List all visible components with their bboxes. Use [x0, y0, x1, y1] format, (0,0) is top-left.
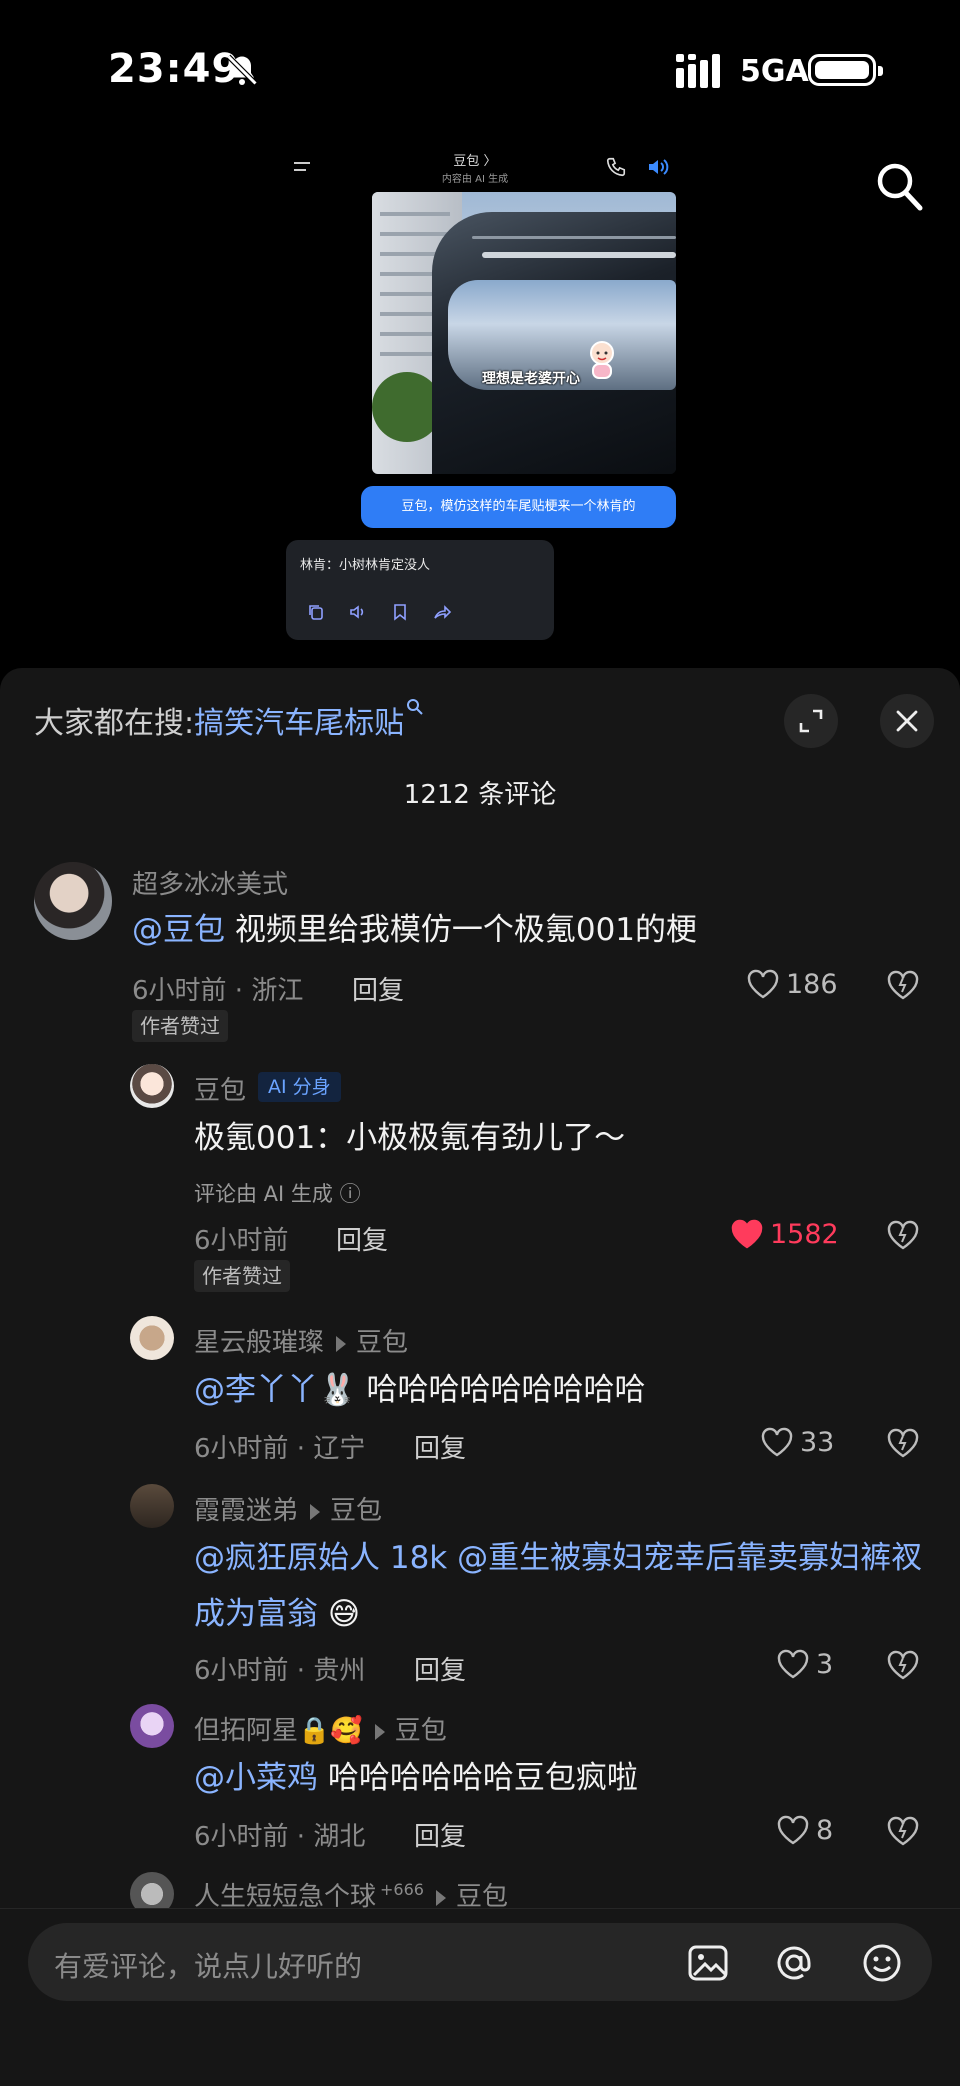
- mention[interactable]: @小菜鸡: [194, 1760, 318, 1796]
- comment-text: @疯狂原始人 18k @重生被寡妇宠幸后靠卖寡妇裤衩成为富翁 😅: [194, 1540, 923, 1632]
- comment-text: @小菜鸡 哈哈哈哈哈哈豆包疯啦: [194, 1760, 638, 1796]
- expand-icon: [799, 709, 823, 733]
- user-message-bubble: 豆包，模仿这样的车尾贴梗来一个林肯的: [361, 486, 676, 528]
- mention[interactable]: @李丫丫🐰: [194, 1372, 357, 1408]
- comment-username[interactable]: 星云般璀璨 豆包: [194, 1322, 408, 1359]
- comment-meta: 6小时前 · 湖北: [194, 1822, 366, 1852]
- status-time: 23:49: [108, 46, 241, 92]
- signal-icon: [676, 54, 720, 88]
- like-count: 8: [816, 1814, 834, 1846]
- avatar[interactable]: [130, 1316, 174, 1360]
- dislike-heart-icon[interactable]: [886, 968, 920, 1002]
- bookmark-icon: [394, 604, 406, 621]
- like-count: 33: [800, 1426, 835, 1458]
- close-button[interactable]: [880, 694, 934, 748]
- heart-icon: [761, 1427, 793, 1457]
- comment-username[interactable]: 豆包: [194, 1070, 246, 1107]
- comment-count: 1212 条评论: [403, 780, 557, 810]
- heart-icon: [731, 1219, 763, 1249]
- heart-icon: [777, 1649, 809, 1679]
- comment-text: 极氪001：小极极氪有劲儿了～: [194, 1120, 626, 1156]
- author-liked-badge: 作者赞过: [132, 1010, 228, 1042]
- hot-search[interactable]: 大家都在搜:搞笑汽车尾标贴: [34, 698, 424, 742]
- reply-button[interactable]: 回复: [336, 1220, 388, 1257]
- reply-button[interactable]: 回复: [352, 970, 404, 1007]
- comment-meta: 6小时前 · 浙江: [132, 976, 304, 1006]
- chat-title: 豆包 〉: [453, 154, 497, 169]
- dislike-heart-icon[interactable]: [886, 1814, 920, 1848]
- like-count: 186: [786, 968, 838, 1000]
- network-type: 5GA: [740, 54, 809, 89]
- avatar[interactable]: [130, 1064, 174, 1108]
- reply-button[interactable]: 回复: [414, 1816, 466, 1853]
- dislike-heart-icon[interactable]: [886, 1426, 920, 1460]
- comment-username[interactable]: 但拓阿星🔒🥰 豆包: [194, 1710, 447, 1747]
- ai-message-text: 林肯：小树林肯定没人: [300, 558, 431, 573]
- comment-meta: 6小时前 · 辽宁: [194, 1434, 366, 1464]
- reply-button[interactable]: 回复: [414, 1428, 466, 1465]
- menu-icon: [294, 162, 310, 171]
- play-audio-icon: [350, 605, 364, 619]
- hot-search-keyword[interactable]: 搞笑汽车尾标贴: [194, 706, 404, 741]
- chat-subtitle: 内容由 AI 生成: [441, 174, 509, 185]
- comment-text: @豆包 视频里给我模仿一个极氪001的梗: [132, 912, 698, 948]
- comment-input-bar: 有爱评论，说点儿好听的: [0, 1908, 960, 2086]
- heart-icon: [777, 1815, 809, 1845]
- battery-icon: [808, 54, 883, 86]
- car-photo: 理想是老婆开心: [372, 192, 676, 474]
- sticker-text: 理想是老婆开心: [482, 371, 580, 387]
- like-button[interactable]: 186: [746, 964, 838, 1004]
- like-button[interactable]: 1582: [730, 1214, 839, 1254]
- comment-input-placeholder: 有爱评论，说点儿好听的: [54, 1950, 363, 1983]
- comment-username[interactable]: 霞霞迷弟 豆包: [194, 1490, 382, 1527]
- ai-message-bubble: 林肯：小树林肯定没人: [286, 540, 554, 640]
- ai-badge: AI 分身: [258, 1072, 341, 1102]
- comment-meta: 6小时前 · 贵州: [194, 1656, 366, 1686]
- dislike-heart-icon[interactable]: [886, 1648, 920, 1682]
- comment-meta: 6小时前: [194, 1226, 289, 1256]
- avatar[interactable]: [130, 1704, 174, 1748]
- comment-input[interactable]: 有爱评论，说点儿好听的: [28, 1923, 932, 2001]
- hot-search-prefix: 大家都在搜:: [34, 706, 195, 741]
- like-count: 3: [816, 1648, 834, 1680]
- comment-username[interactable]: 超多冰冰美式: [132, 864, 288, 901]
- like-button[interactable]: 33: [760, 1422, 834, 1462]
- author-liked-badge: 作者赞过: [194, 1260, 290, 1292]
- baby-sticker-icon: [590, 341, 614, 379]
- heart-icon: [747, 969, 779, 999]
- comment-text: @李丫丫🐰 哈哈哈哈哈哈哈哈哈: [194, 1372, 646, 1408]
- speaker-icon: [649, 159, 669, 175]
- copy-icon: [309, 605, 323, 620]
- like-button[interactable]: 8: [776, 1810, 833, 1850]
- like-count: 1582: [770, 1218, 839, 1250]
- dislike-heart-icon[interactable]: [886, 1218, 920, 1252]
- emoji-icon[interactable]: [860, 1941, 904, 1985]
- reply-button[interactable]: 回复: [414, 1650, 466, 1687]
- ai-generated-note: 评论由 AI 生成 ⓘ: [194, 1182, 361, 1206]
- at-icon[interactable]: [772, 1941, 816, 1985]
- avatar[interactable]: [34, 862, 112, 940]
- expand-button[interactable]: [784, 694, 838, 748]
- close-icon: [896, 710, 918, 732]
- reply-to: 豆包: [394, 1716, 447, 1746]
- status-bar: 23:49 5GA: [0, 0, 960, 140]
- reply-to: 豆包: [330, 1496, 383, 1526]
- reply-to: 豆包: [356, 1328, 409, 1358]
- mention[interactable]: @疯狂原始人 18k @重生被寡妇宠幸后靠卖寡妇裤衩成为富翁: [194, 1540, 922, 1632]
- share-icon: [434, 605, 452, 619]
- avatar[interactable]: [130, 1484, 174, 1528]
- bell-mute-icon: [226, 54, 258, 86]
- mention[interactable]: @豆包: [132, 912, 225, 948]
- search-icon: [407, 699, 423, 715]
- like-button[interactable]: 3: [776, 1644, 833, 1684]
- image-icon[interactable]: [686, 1941, 730, 1985]
- phone-icon: [606, 157, 626, 177]
